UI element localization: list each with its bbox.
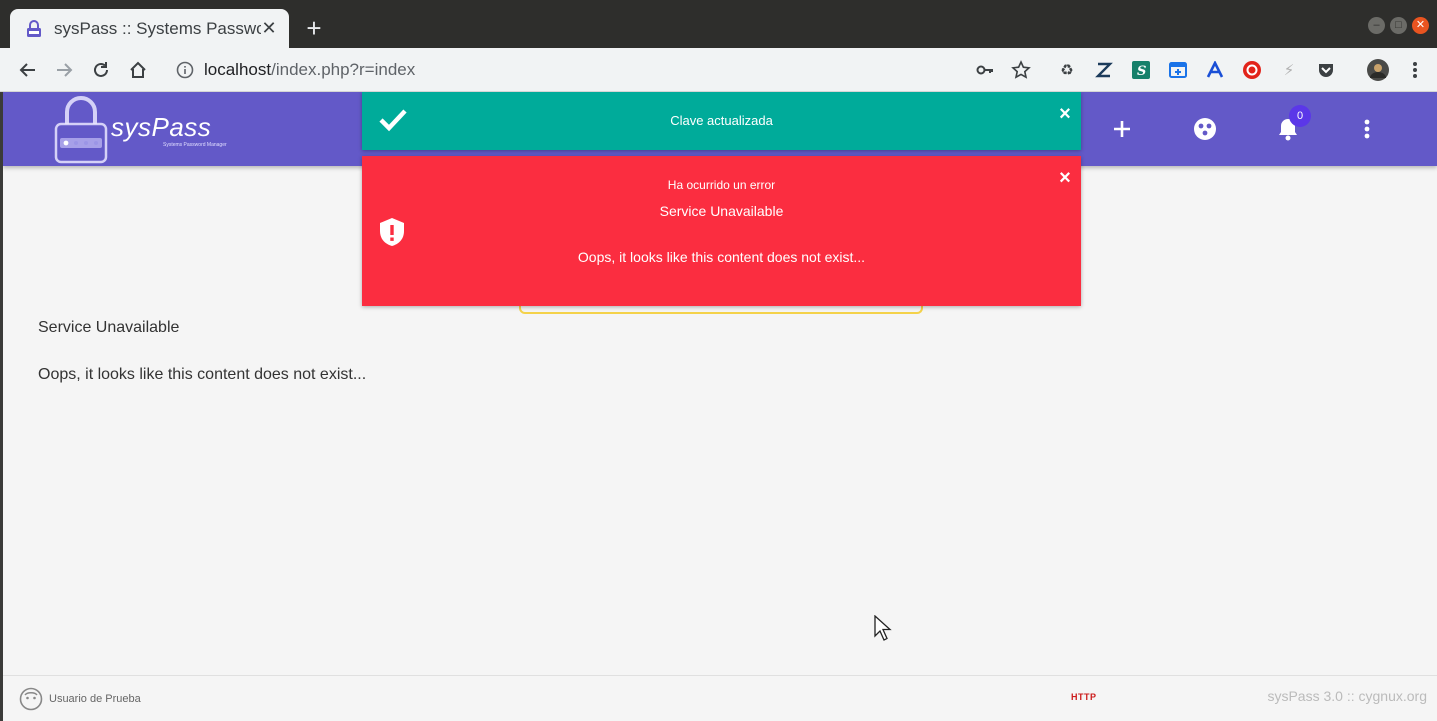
user-avatar-icon — [19, 687, 43, 711]
error-toast-detail: Oops, it looks like this content does no… — [577, 249, 866, 265]
lock-icon — [27, 19, 41, 37]
extension-green-s-icon[interactable]: S — [1129, 58, 1153, 82]
back-arrow-icon — [19, 63, 35, 77]
syspass-logo[interactable]: sysPass Systems Password Manager — [53, 94, 233, 164]
page-viewport: sysPass Systems Password Manager 0 Servi… — [3, 92, 1437, 721]
pocket-icon[interactable] — [1314, 58, 1338, 82]
window-controls: – □ ✕ — [1368, 17, 1429, 34]
tab-title: sysPass :: Systems Passwo — [54, 18, 261, 38]
address-bar[interactable]: localhost/index.php?r=index — [168, 54, 1048, 86]
svg-text:S: S — [1137, 64, 1146, 79]
recycle-icon[interactable]: ♻ — [1055, 58, 1079, 82]
close-window-button[interactable]: ✕ — [1412, 17, 1429, 34]
add-account-button[interactable] — [1105, 112, 1139, 146]
reload-button[interactable] — [87, 56, 115, 84]
close-error-toast-button[interactable]: × — [1057, 168, 1073, 188]
key-icon[interactable] — [973, 58, 997, 82]
version-link[interactable]: sysPass 3.0 :: cygnux.org — [1267, 688, 1427, 704]
tab-close-icon[interactable]: ✕ — [261, 18, 277, 39]
maximize-button[interactable]: □ — [1390, 17, 1407, 34]
url-text: localhost/index.php?r=index — [204, 60, 416, 79]
mouse-cursor-icon — [874, 615, 892, 641]
shield-alert-icon — [380, 218, 404, 246]
user-info[interactable]: Usuario de Prueba — [19, 687, 141, 711]
user-name: Usuario de Prueba — [49, 693, 141, 705]
more-vert-icon — [1364, 119, 1370, 139]
new-tab-button[interactable]: + — [300, 14, 328, 42]
browser-tabstrip: sysPass :: Systems Passwo ✕ + – □ ✕ — [0, 0, 1437, 48]
lightning-icon[interactable]: ⚡ — [1277, 58, 1301, 82]
home-button[interactable] — [124, 56, 152, 84]
error-page-message: Oops, it looks like this content does no… — [38, 366, 367, 383]
info-icon[interactable] — [176, 61, 194, 79]
profile-avatar[interactable] — [1366, 58, 1390, 82]
error-page-title: Service Unavailable — [38, 319, 180, 336]
home-icon — [130, 61, 146, 78]
palette-icon — [1194, 118, 1216, 140]
success-toast-message: Clave actualizada — [670, 113, 773, 128]
app-footer: Usuario de Prueba HTTP sysPass 3.0 :: cy… — [3, 675, 1437, 721]
error-toast-heading: Ha ocurrido un error — [667, 178, 776, 192]
error-toast: Ha ocurrido un error Service Unavailable… — [362, 156, 1081, 306]
star-icon[interactable] — [1009, 58, 1033, 82]
extension-window-icon[interactable] — [1166, 58, 1190, 82]
plus-icon — [1114, 121, 1130, 137]
more-menu-button[interactable] — [1350, 112, 1384, 146]
minimize-button[interactable]: – — [1368, 17, 1385, 34]
extension-a-icon[interactable] — [1203, 58, 1227, 82]
forward-arrow-icon — [57, 63, 73, 77]
success-toast: Clave actualizada × — [362, 92, 1081, 150]
forward-button[interactable] — [50, 56, 78, 84]
browser-toolbar: localhost/index.php?r=index ♻ S ⚡ — [0, 48, 1437, 92]
error-toast-title: Service Unavailable — [659, 203, 784, 219]
browser-menu-icon[interactable] — [1403, 58, 1427, 82]
brand-tagline: Systems Password Manager — [163, 142, 227, 148]
brand-name: sysPass — [111, 112, 212, 142]
notification-count-badge: 0 — [1289, 105, 1311, 127]
theme-button[interactable] — [1188, 112, 1222, 146]
close-success-toast-button[interactable]: × — [1057, 104, 1073, 124]
padlock-logo-icon — [54, 96, 108, 164]
browser-tab[interactable]: sysPass :: Systems Passwo ✕ — [10, 9, 289, 48]
http-status-badge: HTTP — [1071, 692, 1097, 702]
reload-icon — [94, 62, 108, 77]
back-button[interactable] — [14, 56, 42, 84]
extension-s-icon[interactable] — [1092, 58, 1116, 82]
extension-pdf-icon[interactable] — [1240, 58, 1264, 82]
